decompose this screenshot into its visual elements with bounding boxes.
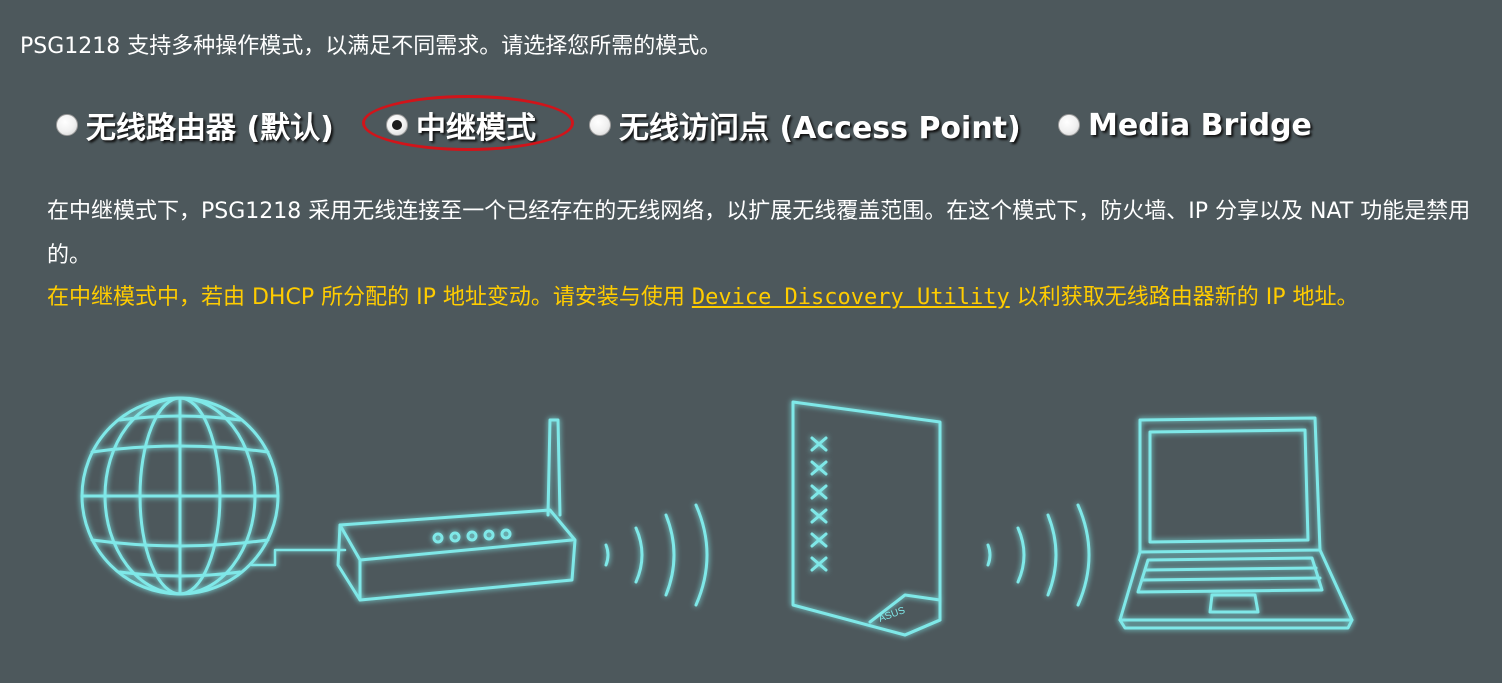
mode-description: 在中继模式下，PSG1218 采用无线连接至一个已经存在的无线网络，以扩展无线覆… [47, 199, 1471, 268]
mode-label-repeater: 中继模式 [416, 111, 536, 146]
operation-mode-page: PSG1218 支持多种操作模式，以满足不同需求。请选择您所需的模式。 无线路由… [0, 0, 1502, 683]
device-discovery-utility-link[interactable]: Device Discovery Utility [692, 285, 1010, 310]
mode-label-media-bridge: Media Bridge [1088, 107, 1312, 143]
radio-media-bridge[interactable] [1058, 114, 1080, 136]
repeater-mode-illustration: ASUS [0, 390, 1502, 683]
mode-option-repeater[interactable]: 中继模式 [386, 100, 536, 150]
mode-selector: 无线路由器 (默认) 中继模式 无线访问点 (Access Point) Med… [56, 95, 1456, 151]
dhcp-note-before: 在中继模式中，若由 DHCP 所分配的 IP 地址变动。请安装与使用 [47, 285, 692, 310]
intro-text: PSG1218 支持多种操作模式，以满足不同需求。请选择您所需的模式。 [20, 34, 722, 59]
laptop-icon [1118, 416, 1354, 630]
cable-line [250, 548, 347, 567]
mode-label-router: 无线路由器 (默认) [86, 111, 334, 146]
dhcp-note: 在中继模式中，若由 DHCP 所分配的 IP 地址变动。请安装与使用 Devic… [47, 276, 1447, 320]
wireless-signal-icon [986, 503, 1091, 607]
mode-label-access-point: 无线访问点 (Access Point) [619, 111, 1021, 146]
mode-option-router[interactable]: 无线路由器 (默认) [56, 100, 334, 150]
globe-icon [80, 396, 280, 596]
dhcp-note-after: 以利获取无线路由器新的 IP 地址。 [1009, 285, 1359, 310]
mode-option-access-point[interactable]: 无线访问点 (Access Point) [589, 100, 1021, 150]
brand-mark: ASUS [877, 605, 907, 625]
radio-router[interactable] [56, 114, 78, 136]
mode-option-media-bridge[interactable]: Media Bridge [1058, 100, 1312, 150]
repeater-icon [791, 400, 942, 637]
radio-access-point[interactable] [589, 114, 611, 136]
radio-repeater[interactable] [386, 114, 408, 136]
wireless-signal-icon [604, 503, 709, 607]
router-icon [336, 418, 577, 602]
